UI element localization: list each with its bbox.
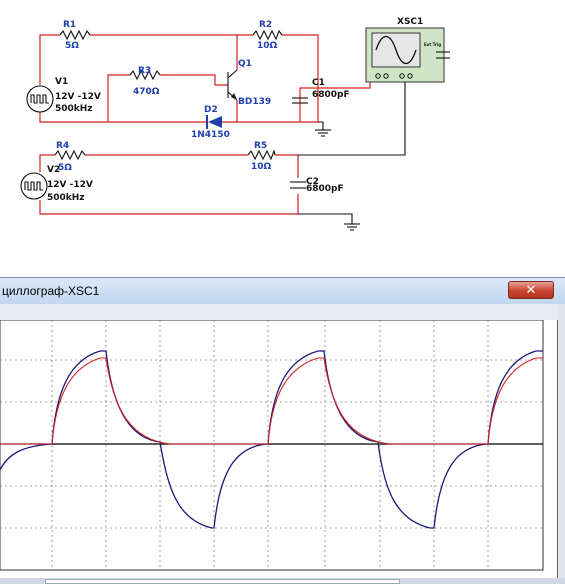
q1-ref-label: Q1	[238, 59, 252, 69]
vertical-scrollbar[interactable]	[558, 304, 565, 584]
c1-value-label: 6800pF	[312, 90, 350, 100]
d2-value-label: 1N4150	[191, 130, 230, 140]
v2-ref-label: V2	[47, 165, 60, 175]
oscilloscope-xsc1[interactable]	[365, 27, 450, 83]
ground-symbol-2	[344, 223, 360, 231]
r1-value-label: 5Ω	[65, 41, 79, 51]
r2-ref-label: R2	[259, 20, 272, 30]
resistor-r2[interactable]	[252, 29, 283, 41]
ground-wire-2	[298, 213, 353, 224]
bottom-controls-strip	[0, 578, 565, 584]
r3-value-label: 470Ω	[133, 87, 160, 97]
oscilloscope-window[interactable]: циллограф-XSC1 ✕	[0, 277, 565, 584]
capacitor-c2[interactable]	[290, 181, 306, 189]
circuit-schematic: R1 5Ω R2 10Ω R3 470Ω Q1 BD139 D2 1N4150 …	[20, 17, 450, 231]
xsc1-ref-label: XSC1	[397, 17, 423, 27]
v2-value-label: 12V -12V	[47, 180, 93, 190]
ground-wire-1	[318, 121, 324, 130]
v1-freq-label: 500kHz	[55, 104, 93, 114]
v2-freq-label: 500kHz	[47, 193, 85, 203]
resistor-r5[interactable]	[247, 149, 276, 161]
resistor-r1[interactable]	[59, 29, 91, 41]
window-client-area	[0, 304, 565, 584]
r5-ref-label: R5	[254, 141, 267, 151]
q1-value-label: BD139	[238, 97, 271, 107]
ground-symbol-1	[315, 129, 331, 137]
r2-value-label: 10Ω	[257, 41, 278, 51]
pulse-source-v2[interactable]	[20, 172, 48, 200]
diode-d2[interactable]	[190, 115, 222, 129]
transistor-q1[interactable]	[227, 69, 238, 101]
scope-display[interactable]	[0, 320, 558, 579]
pulse-source-v1[interactable]	[26, 85, 54, 113]
xsc1-ext-trig-label: Ext Trig	[424, 42, 441, 47]
r1-ref-label: R1	[63, 20, 76, 30]
c2-value-label: 6800pF	[306, 184, 344, 194]
v1-value-label: 12V -12V	[55, 92, 101, 102]
close-button[interactable]: ✕	[508, 281, 554, 299]
c1-ref-label: C1	[312, 78, 325, 88]
bottom-input-field[interactable]	[45, 579, 400, 584]
v1-ref-label: V1	[55, 77, 68, 87]
window-titlebar[interactable]: циллограф-XSC1 ✕	[0, 278, 565, 304]
d2-ref-label: D2	[204, 105, 218, 115]
r3-ref-label: R3	[138, 66, 151, 76]
close-icon: ✕	[525, 283, 537, 298]
window-title: циллограф-XSC1	[2, 284, 100, 298]
r4-ref-label: R4	[56, 141, 69, 151]
r5-value-label: 10Ω	[251, 162, 272, 172]
resistor-r4[interactable]	[54, 149, 86, 161]
